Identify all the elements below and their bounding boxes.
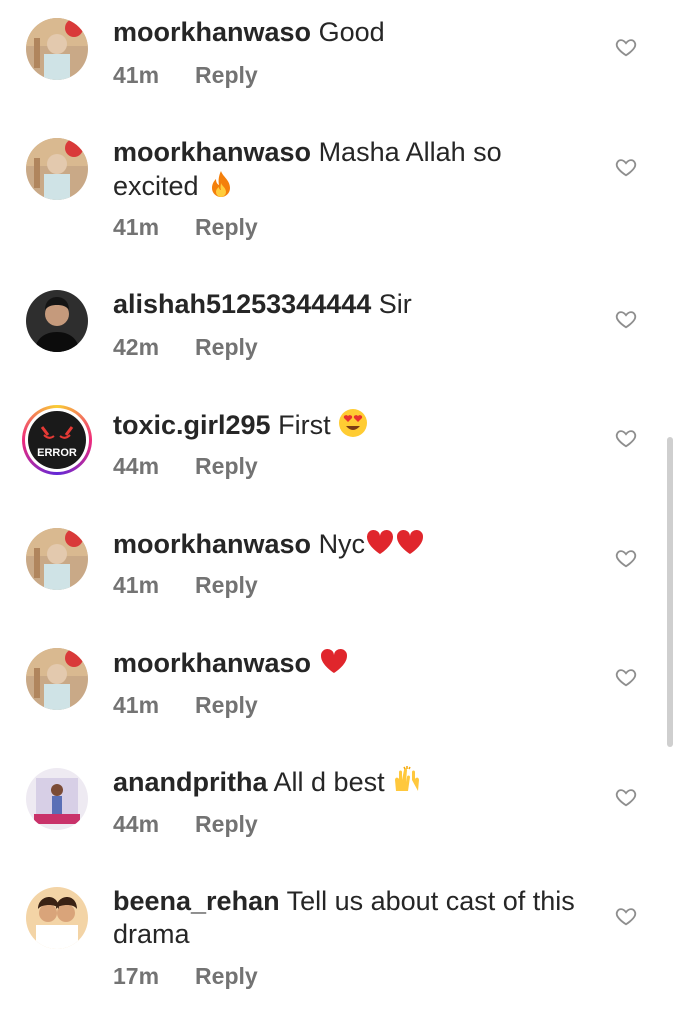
red-heart-emoji-icon bbox=[319, 646, 349, 676]
comment-time: 41m bbox=[113, 572, 160, 598]
comment-username[interactable]: moorkhanwaso bbox=[113, 137, 311, 167]
scrollbar[interactable] bbox=[667, 437, 673, 747]
comment-text: moorkhanwaso Good bbox=[113, 16, 593, 49]
avatar[interactable] bbox=[26, 768, 88, 830]
comment-body: Good bbox=[318, 17, 385, 47]
comment-meta: 17m Reply bbox=[113, 963, 258, 990]
comment-body: Sir bbox=[378, 289, 412, 319]
red-heart-emoji-icon bbox=[365, 527, 395, 557]
avatar[interactable]: ERROR bbox=[22, 405, 92, 475]
avatar[interactable] bbox=[26, 648, 88, 710]
comment-time: 41m bbox=[113, 62, 160, 88]
comment-meta: 41m Reply bbox=[113, 214, 258, 241]
reply-button[interactable]: Reply bbox=[195, 214, 258, 240]
reply-button[interactable]: Reply bbox=[195, 62, 258, 88]
reply-button[interactable]: Reply bbox=[195, 963, 258, 989]
heart-outline-icon[interactable] bbox=[615, 156, 637, 178]
comment-meta: 41m Reply bbox=[113, 572, 258, 599]
red-heart-emoji-icon bbox=[395, 527, 425, 557]
comment-time: 17m bbox=[113, 963, 160, 989]
comment-username[interactable]: moorkhanwaso bbox=[113, 17, 311, 47]
comment-text: moorkhanwaso bbox=[113, 646, 593, 680]
reply-button[interactable]: Reply bbox=[195, 692, 258, 718]
comment-username[interactable]: toxic.girl295 bbox=[113, 410, 271, 440]
avatar[interactable] bbox=[26, 887, 88, 949]
comment-meta: 44m Reply bbox=[113, 811, 258, 838]
avatar[interactable] bbox=[26, 290, 88, 352]
comment-meta: 42m Reply bbox=[113, 334, 258, 361]
comment-text: beena_rehan Tell us about cast of this d… bbox=[113, 885, 603, 951]
comment-text: alishah51253344444 Sir bbox=[113, 288, 593, 321]
comment-meta: 41m Reply bbox=[113, 62, 258, 89]
heart-outline-icon[interactable] bbox=[615, 547, 637, 569]
reply-button[interactable]: Reply bbox=[195, 453, 258, 479]
comment-time: 44m bbox=[113, 453, 160, 479]
reply-button[interactable]: Reply bbox=[195, 572, 258, 598]
avatar-error-label: ERROR bbox=[37, 447, 77, 459]
avatar[interactable] bbox=[26, 138, 88, 200]
reply-button[interactable]: Reply bbox=[195, 334, 258, 360]
comment-time: 41m bbox=[113, 214, 160, 240]
comment-body: First bbox=[278, 410, 331, 440]
comment-username[interactable]: alishah51253344444 bbox=[113, 289, 371, 319]
comment-username[interactable]: moorkhanwaso bbox=[113, 648, 311, 678]
comment-meta: 41m Reply bbox=[113, 692, 258, 719]
heart-eyes-emoji-icon bbox=[338, 408, 368, 438]
comment-time: 41m bbox=[113, 692, 160, 718]
avatar[interactable] bbox=[26, 528, 88, 590]
heart-outline-icon[interactable] bbox=[615, 666, 637, 688]
reply-button[interactable]: Reply bbox=[195, 811, 258, 837]
comment-text: moorkhanwaso Nyc bbox=[113, 527, 593, 561]
fire-emoji-icon bbox=[206, 169, 236, 199]
heart-outline-icon[interactable] bbox=[615, 427, 637, 449]
comment-username[interactable]: anandpritha bbox=[113, 767, 268, 797]
avatar[interactable] bbox=[26, 18, 88, 80]
comment-time: 44m bbox=[113, 811, 160, 837]
raised-hands-emoji-icon bbox=[392, 765, 422, 795]
comment-username[interactable]: moorkhanwaso bbox=[113, 529, 311, 559]
heart-outline-icon[interactable] bbox=[615, 308, 637, 330]
comment-body: Nyc bbox=[318, 529, 366, 559]
heart-outline-icon[interactable] bbox=[615, 786, 637, 808]
heart-outline-icon[interactable] bbox=[615, 36, 637, 58]
heart-outline-icon[interactable] bbox=[615, 905, 637, 927]
comment-meta: 44m Reply bbox=[113, 453, 258, 480]
comment-text: moorkhanwaso Masha Allah so excited bbox=[113, 136, 513, 203]
comment-time: 42m bbox=[113, 334, 160, 360]
comment-username[interactable]: beena_rehan bbox=[113, 886, 280, 916]
comment-text: toxic.girl295 First bbox=[113, 408, 593, 442]
comment-body: All d best bbox=[273, 767, 385, 797]
comment-text: anandpritha All d best bbox=[113, 765, 593, 799]
